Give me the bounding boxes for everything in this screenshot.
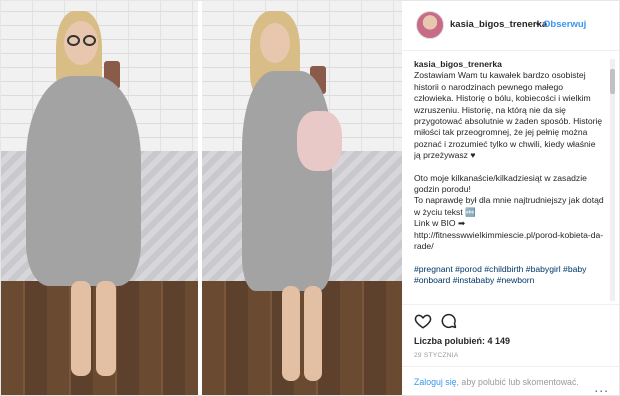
heart-icon[interactable] xyxy=(414,312,432,330)
post-date: 29 STYCZNIA xyxy=(414,352,459,359)
more-options-icon[interactable]: ... xyxy=(594,379,609,395)
post-side-panel: kasia_bigos_trenerka • Obserwuj kasia_bi… xyxy=(402,1,619,395)
username-link[interactable]: kasia_bigos_trenerka xyxy=(450,19,547,30)
login-prompt-text: , aby polubić lub skomentować. xyxy=(456,377,579,387)
scrollbar-thumb[interactable] xyxy=(610,69,615,94)
actions-section: Liczba polubień: 4 149 29 STYCZNIA Zalog… xyxy=(402,304,619,395)
caption-hashtags[interactable]: #pregnant #porod #childbirth #babygirl #… xyxy=(414,264,604,287)
comment-icon[interactable] xyxy=(440,312,458,330)
caption-scrollbar[interactable] xyxy=(610,59,615,301)
separator-dot: • xyxy=(536,19,540,30)
caption: kasia_bigos_trenerka Zostawiam Wam tu ka… xyxy=(414,59,604,304)
avatar[interactable] xyxy=(416,11,444,39)
caption-paragraph-2: Oto moje kilkanaście/kilkadziesiąt w zas… xyxy=(414,172,604,252)
photo-pregnant xyxy=(1,1,198,395)
follow-button[interactable]: Obserwuj xyxy=(543,19,586,30)
photo-with-baby xyxy=(202,1,402,395)
likes-count[interactable]: Liczba polubień: 4 149 xyxy=(414,336,510,346)
post-header: kasia_bigos_trenerka • Obserwuj xyxy=(402,1,619,51)
login-link[interactable]: Zaloguj się xyxy=(414,377,457,387)
caption-paragraph-1: Zostawiam Wam tu kawałek bardzo osobiste… xyxy=(414,70,603,161)
login-prompt: Zaloguj się, aby polubić lub skomentować… xyxy=(402,366,619,396)
post-media[interactable] xyxy=(1,1,402,395)
caption-author[interactable]: kasia_bigos_trenerka xyxy=(414,59,502,69)
